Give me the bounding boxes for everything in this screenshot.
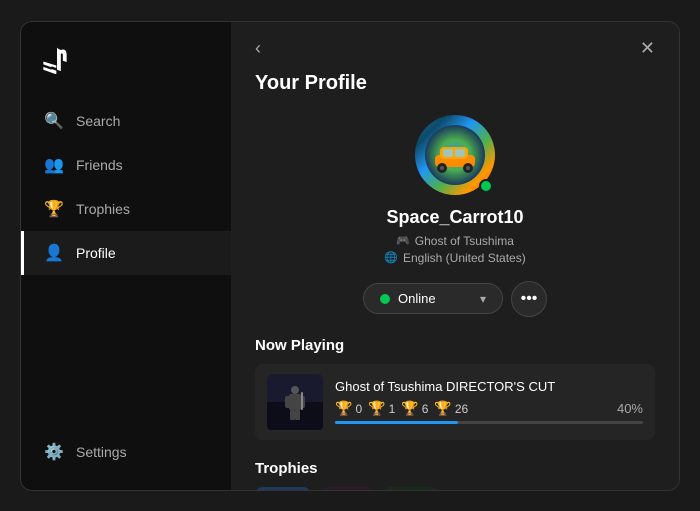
game-art-svg bbox=[267, 374, 323, 430]
sidebar-item-settings[interactable]: ⚙️ Settings bbox=[21, 430, 231, 474]
status-dropdown[interactable]: Online ▾ bbox=[363, 283, 503, 314]
bronze-icon: 🏆 bbox=[434, 400, 451, 417]
gold-count: 1 bbox=[389, 402, 396, 416]
platinum-icon: 🏆 bbox=[335, 400, 352, 417]
more-options-button[interactable]: ••• bbox=[511, 281, 547, 317]
bronze-trophy: 🏆 26 bbox=[434, 400, 468, 417]
silver-count: 6 bbox=[422, 402, 429, 416]
progress-bar-fill bbox=[335, 421, 458, 424]
main-content: ‹ ✕ Your Profile bbox=[231, 22, 679, 490]
playstation-logo-icon bbox=[41, 46, 69, 74]
platinum-count: 0 bbox=[355, 402, 362, 416]
now-playing-title: Now Playing bbox=[255, 337, 655, 354]
trophies-list bbox=[255, 487, 655, 490]
game-title: Ghost of Tsushima DIRECTOR'S CUT bbox=[335, 379, 643, 394]
locale-text: English (United States) bbox=[403, 251, 526, 265]
sidebar-item-profile[interactable]: 👤 Profile bbox=[21, 231, 231, 275]
avatar-wrapper bbox=[415, 115, 495, 195]
silver-icon: 🏆 bbox=[401, 400, 418, 417]
trophies-section-title: Trophies bbox=[255, 460, 655, 477]
trophy-card-3[interactable] bbox=[383, 487, 439, 490]
chevron-down-icon: ▾ bbox=[480, 292, 486, 306]
sidebar-item-friends[interactable]: 👥 Friends bbox=[21, 143, 231, 187]
sidebar: 🔍 Search 👥 Friends 🏆 Trophies 👤 Profile … bbox=[21, 22, 231, 490]
friends-icon: 👥 bbox=[44, 155, 64, 175]
close-button[interactable]: ✕ bbox=[632, 34, 663, 63]
sidebar-item-search-label: Search bbox=[76, 113, 120, 129]
sidebar-bottom: ⚙️ Settings bbox=[21, 430, 231, 474]
status-dot bbox=[380, 294, 390, 304]
game-info: Ghost of Tsushima DIRECTOR'S CUT 🏆 0 🏆 1 bbox=[335, 379, 643, 424]
bronze-count: 26 bbox=[455, 402, 468, 416]
back-button[interactable]: ‹ bbox=[247, 34, 269, 63]
status-row: Online ▾ ••• bbox=[255, 281, 655, 317]
locale-meta: 🌐 English (United States) bbox=[384, 251, 525, 265]
profile-center: Space_Carrot10 🎮 Ghost of Tsushima 🌐 Eng… bbox=[255, 115, 655, 265]
sidebar-item-trophies[interactable]: 🏆 Trophies bbox=[21, 187, 231, 231]
sidebar-item-friends-label: Friends bbox=[76, 157, 123, 173]
trophies-icon: 🏆 bbox=[44, 199, 64, 219]
progress-bar bbox=[335, 421, 643, 424]
app-window: 🔍 Search 👥 Friends 🏆 Trophies 👤 Profile … bbox=[20, 21, 680, 491]
trophy-game-art-3 bbox=[383, 487, 439, 490]
profile-icon: 👤 bbox=[44, 243, 64, 263]
controller-icon: 🎮 bbox=[396, 234, 410, 247]
trophy-card-2[interactable] bbox=[319, 487, 375, 490]
trophy-game-art-1 bbox=[255, 487, 311, 490]
platinum-trophy: 🏆 0 bbox=[335, 400, 362, 417]
search-icon: 🔍 bbox=[44, 111, 64, 131]
game-thumbnail bbox=[267, 374, 323, 430]
profile-meta: 🎮 Ghost of Tsushima 🌐 English (United St… bbox=[384, 234, 525, 265]
now-playing-game: Ghost of Tsushima bbox=[415, 234, 514, 248]
sidebar-item-search[interactable]: 🔍 Search bbox=[21, 99, 231, 143]
flag-icon: 🌐 bbox=[384, 251, 398, 264]
username: Space_Carrot10 bbox=[386, 207, 523, 228]
ps-logo-container bbox=[21, 38, 231, 99]
gold-trophy: 🏆 1 bbox=[368, 400, 395, 417]
gold-icon: 🏆 bbox=[368, 400, 385, 417]
progress-percentage: 40% bbox=[617, 401, 643, 416]
sidebar-item-profile-label: Profile bbox=[76, 245, 116, 261]
status-label: Online bbox=[398, 291, 436, 306]
sidebar-item-trophies-label: Trophies bbox=[76, 201, 130, 217]
silver-trophy: 🏆 6 bbox=[401, 400, 428, 417]
avatar-image bbox=[425, 125, 485, 185]
page-title: Your Profile bbox=[255, 72, 655, 95]
settings-icon: ⚙️ bbox=[44, 442, 64, 462]
online-indicator bbox=[479, 179, 493, 193]
now-playing-card: Ghost of Tsushima DIRECTOR'S CUT 🏆 0 🏆 1 bbox=[255, 364, 655, 440]
sidebar-item-settings-label: Settings bbox=[76, 444, 127, 460]
now-playing-meta: 🎮 Ghost of Tsushima bbox=[396, 234, 514, 248]
trophy-row: 🏆 0 🏆 1 🏆 6 bbox=[335, 400, 468, 417]
profile-content: Your Profile bbox=[231, 22, 679, 490]
top-bar: ‹ ✕ bbox=[231, 22, 679, 75]
ghost-game-art bbox=[267, 374, 323, 430]
trophy-card-1[interactable] bbox=[255, 487, 311, 490]
trophy-game-art-2 bbox=[319, 487, 375, 490]
